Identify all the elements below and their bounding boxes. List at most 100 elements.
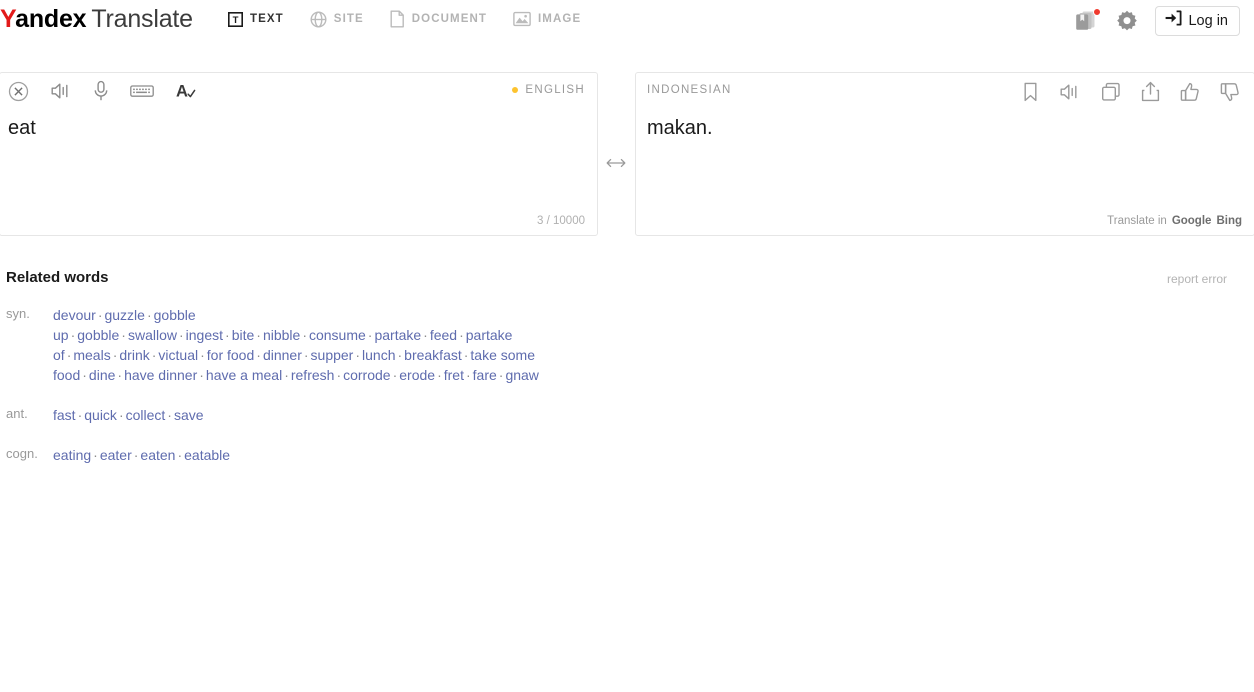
thumbs-down-icon[interactable] [1220,82,1240,102]
related-word[interactable]: eating [53,447,91,463]
related-word[interactable]: gnaw [505,367,538,383]
document-icon [390,10,405,28]
svg-text:A: A [176,83,188,101]
login-arrow-icon [1165,10,1182,31]
word-separator: · [118,407,124,423]
microphone-icon[interactable] [93,80,109,102]
word-separator: · [465,367,471,383]
target-language-selector[interactable]: INDONESIAN [647,84,732,96]
target-language-label: INDONESIAN [647,84,732,96]
spellcheck-icon[interactable]: A [175,80,197,102]
report-error-link[interactable]: report error [1167,272,1227,286]
tab-site[interactable]: SITE [310,10,364,28]
word-list-cognates: eating · eater · eaten · eatable [53,445,598,465]
related-word[interactable]: partake [374,327,421,343]
swap-languages-button[interactable] [606,157,626,173]
listen-icon[interactable] [50,81,72,101]
related-word[interactable]: eater [100,447,132,463]
word-separator: · [437,367,442,383]
related-word[interactable]: feed [430,327,457,343]
word-separator: · [256,347,261,363]
gear-icon[interactable] [1116,10,1138,32]
related-word[interactable]: eaten [140,447,175,463]
login-button-label: Log in [1188,12,1228,29]
tab-text[interactable]: T TEXT [228,11,284,27]
listen-icon[interactable] [1059,82,1081,102]
share-icon[interactable] [1141,81,1160,102]
word-separator: · [225,327,230,343]
related-word[interactable]: meals [73,347,110,363]
related-word[interactable]: bite [232,327,255,343]
related-word[interactable]: fare [473,367,497,383]
login-button[interactable]: Log in [1155,5,1240,36]
translate-in-bing[interactable]: Bing [1216,215,1242,227]
word-separator: · [121,327,126,343]
related-word[interactable]: fret [444,367,464,383]
text-icon: T [228,11,243,27]
tab-site-label: SITE [333,13,364,25]
related-word[interactable]: breakfast [404,347,462,363]
word-separator: · [93,447,98,463]
thumbs-up-icon[interactable] [1180,82,1200,102]
app-header: Yandex Translate T TEXT SITE DOCUMENT IM… [0,0,1254,41]
related-word[interactable]: for food [207,347,254,363]
related-word[interactable]: swallow [128,327,177,343]
word-separator: · [117,367,123,383]
related-word[interactable]: collect [126,407,166,423]
source-language-label: ENGLISH [525,84,585,96]
logo-brand-initial: Y [0,5,16,33]
word-list-synonyms: devour · guzzle · gobble up · gobble · swallow · i… [53,305,598,385]
word-separator: · [392,367,398,383]
tab-image[interactable]: IMAGE [513,11,581,27]
related-word[interactable]: erode [399,367,435,383]
tab-image-label: IMAGE [538,13,582,25]
related-word[interactable]: lunch [362,347,395,363]
tab-document-label: DOCUMENT [411,13,488,25]
related-word[interactable]: fast [53,407,76,423]
keyboard-icon[interactable] [130,83,154,99]
collections-icon[interactable] [1073,7,1102,33]
word-separator: · [302,327,307,343]
source-language-selector[interactable]: ENGLISH [512,84,585,96]
related-word[interactable]: nibble [263,327,300,343]
word-separator: · [77,407,83,423]
related-word[interactable]: quick [84,407,117,423]
related-word[interactable]: supper [311,347,354,363]
copy-icon[interactable] [1101,82,1121,102]
translate-in-google[interactable]: Google [1172,215,1212,227]
translated-text[interactable]: makan. [636,109,1254,199]
word-separator: · [70,327,76,343]
word-separator: · [355,347,361,363]
word-separator: · [146,307,152,323]
translate-in-label: Translate in [1107,215,1167,227]
tab-text-label: TEXT [250,13,284,25]
language-status-dot [512,87,519,93]
related-word[interactable]: refresh [291,367,335,383]
tab-document[interactable]: DOCUMENT [390,10,487,28]
yandex-translate-logo[interactable]: Yandex Translate [0,4,193,34]
related-word[interactable]: dinner [263,347,302,363]
related-word[interactable]: consume [309,327,366,343]
related-word[interactable]: ingest [186,327,223,343]
related-word[interactable]: devour [53,307,96,323]
related-word[interactable]: corrode [343,367,390,383]
related-word[interactable]: eatable [184,447,230,463]
word-group-label: ant. [6,406,28,421]
related-word[interactable]: victual [158,347,198,363]
word-separator: · [336,367,342,383]
word-group-label: cogn. [6,446,38,461]
word-separator: · [284,367,289,383]
word-separator: · [459,327,464,343]
related-word[interactable]: have dinner [124,367,197,383]
related-word[interactable]: guzzle [104,307,144,323]
character-counter: 3 / 10000 [537,215,585,227]
related-word[interactable]: have a meal [206,367,282,383]
source-text-input[interactable]: eat [0,109,597,199]
related-word[interactable]: gobble [77,327,119,343]
translation-panels: A ENGLISH eat 3 / 10000 INDONESIAN makan… [0,72,1254,236]
related-word[interactable]: dine [89,367,115,383]
related-word[interactable]: drink [119,347,149,363]
related-word[interactable]: save [174,407,204,423]
clear-icon[interactable] [8,81,29,102]
bookmark-icon[interactable] [1022,82,1039,102]
